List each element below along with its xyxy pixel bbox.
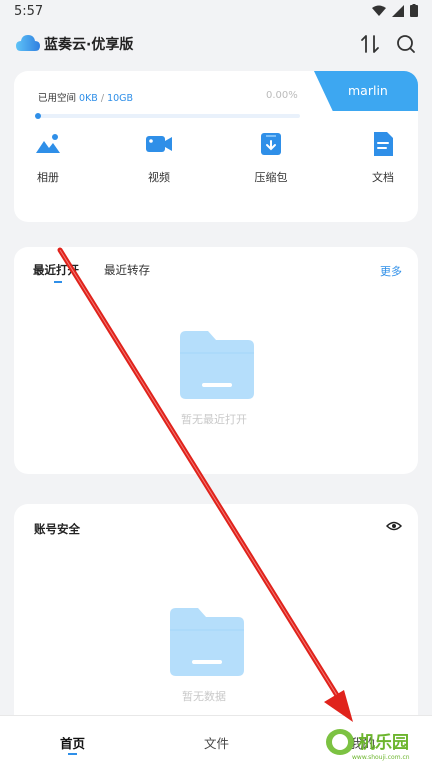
empty-folder-icon (180, 331, 254, 399)
empty-folder-icon (170, 608, 244, 676)
category-label: 视频 (148, 171, 170, 184)
nav-active-indicator (68, 753, 77, 755)
section-title: 账号安全 (34, 522, 80, 536)
cloud-logo-icon (16, 35, 40, 51)
sort-icon[interactable] (358, 32, 382, 56)
storage-separator: / (97, 93, 108, 104)
tab-recent-saved[interactable]: 最近转存 (104, 262, 150, 278)
empty-state-text: 暂无最近打开 (181, 413, 247, 426)
storage-progress-bar (35, 113, 300, 119)
document-icon (374, 132, 393, 156)
storage-used-prefix: 已用空间 (38, 93, 80, 104)
storage-usage: 已用空间 0KB / 10GB (38, 90, 133, 104)
category-documents[interactable]: 文档 (358, 131, 408, 185)
app-bar: 蓝奏云·优享版 (0, 28, 432, 62)
user-badge[interactable]: marlin (314, 71, 418, 111)
battery-icon (410, 4, 418, 17)
more-link[interactable]: 更多 (380, 263, 402, 279)
username: marlin (348, 83, 388, 98)
recent-card: 最近打开 最近转存 更多 暂无最近打开 (14, 247, 418, 474)
category-photos[interactable]: 相册 (23, 131, 73, 185)
status-time: 5:57 (14, 4, 44, 19)
system-icons (372, 4, 418, 17)
empty-state-text: 暂无数据 (182, 690, 226, 703)
photo-icon (36, 134, 60, 153)
video-icon (146, 136, 172, 152)
category-label: 文档 (372, 171, 394, 184)
svg-text:机乐园: 机乐园 (358, 732, 409, 753)
svg-text:www.shouji.com.cn: www.shouji.com.cn (352, 754, 410, 761)
category-label: 相册 (37, 171, 59, 184)
nav-home[interactable]: 首页 (60, 733, 85, 752)
search-icon[interactable] (394, 32, 418, 56)
tab-indicator (54, 281, 62, 283)
category-archives[interactable]: 压缩包 (246, 131, 296, 185)
nav-files[interactable]: 文件 (204, 733, 229, 752)
tab-recent-opened[interactable]: 最近打开 (33, 262, 79, 278)
wifi-icon (372, 5, 386, 16)
storage-used: 0KB (79, 93, 98, 104)
storage-card: 已用空间 0KB / 10GB 0.00% marlin 相册 视频 压缩包 文… (14, 71, 418, 222)
app-title: 蓝奏云·优享版 (44, 37, 134, 53)
category-label: 压缩包 (254, 171, 288, 184)
storage-percent: 0.00% (266, 90, 298, 101)
status-bar: 5:57 (0, 0, 432, 24)
signal-icon (392, 4, 404, 17)
archive-icon (261, 133, 281, 155)
eye-icon[interactable] (386, 519, 402, 533)
watermark-logo: 机乐园 www.shouji.com.cn (326, 729, 410, 761)
category-videos[interactable]: 视频 (134, 131, 184, 185)
account-security-card: 账号安全 暂无数据 (14, 504, 418, 734)
storage-total: 10GB (107, 93, 134, 104)
storage-progress-dot (35, 113, 41, 119)
